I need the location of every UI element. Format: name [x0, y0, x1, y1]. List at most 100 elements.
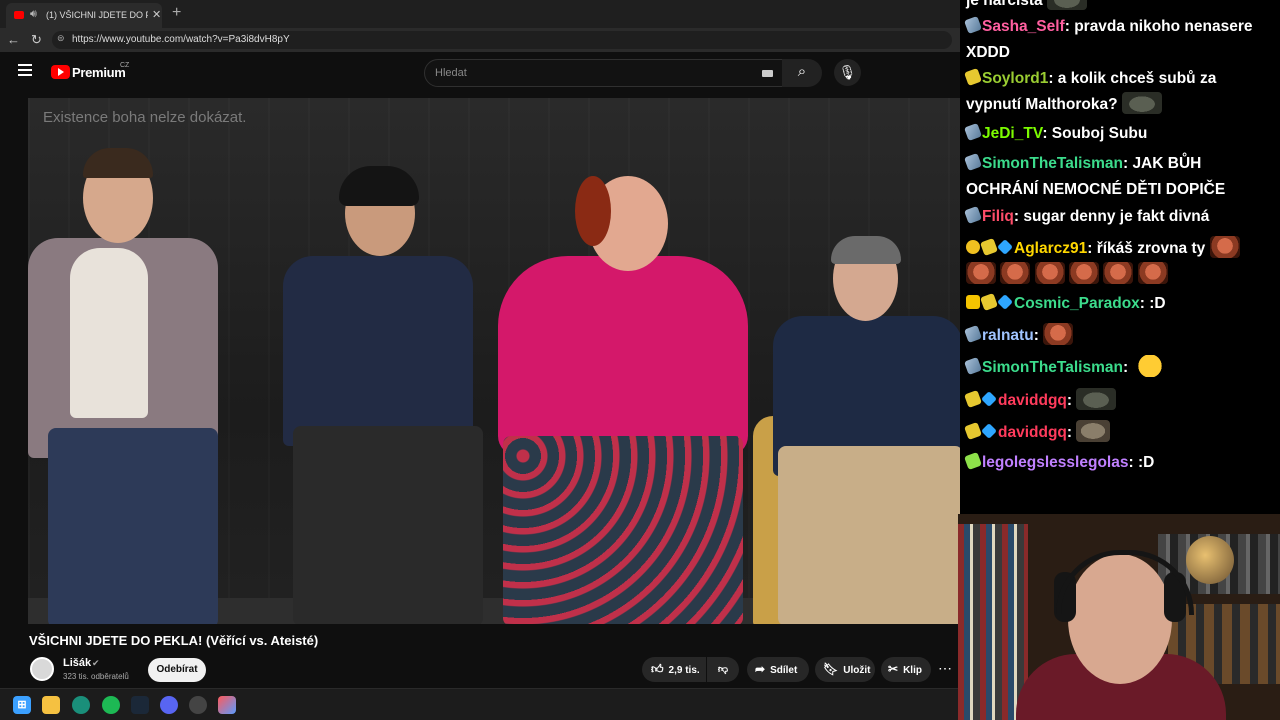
chat-message: SimonTheTalisman: JAK BŮH OCHRÁNÍ NEMOCN…	[964, 153, 1226, 198]
like-button[interactable]: 👍︎ 2,9 tis.	[642, 657, 706, 682]
sword-badge-icon	[964, 16, 982, 34]
emote-icon	[1068, 262, 1099, 284]
chat-username[interactable]: daviddgq	[998, 392, 1067, 409]
chat-username[interactable]: legolegslesslegolas	[982, 454, 1128, 471]
emote-icon	[1047, 0, 1087, 10]
video-person-1	[28, 148, 228, 624]
thumbs-down-icon: 👎︎	[717, 664, 729, 675]
emote-icon	[1209, 236, 1240, 258]
cube-badge-icon	[981, 391, 997, 407]
app-icon[interactable]	[189, 696, 207, 714]
chat-username[interactable]: Filiq	[982, 208, 1014, 225]
discord-icon[interactable]	[160, 696, 178, 714]
sword-badge-icon	[964, 123, 982, 141]
tab-title: (1) VŠICHNI JDETE DO PEKLA	[46, 10, 148, 20]
chat-username[interactable]: SimonTheTalisman	[982, 155, 1123, 172]
chat-username[interactable]: JeDi_TV	[982, 125, 1042, 142]
youtube-logo-text[interactable]: Premium	[72, 65, 126, 80]
chat-message: Soylord1: a kolik chceš subů za vypnutí …	[964, 68, 1217, 114]
channel-avatar[interactable]	[30, 657, 54, 681]
chat-username[interactable]: Sasha_Self	[982, 18, 1065, 35]
browser-window: 🔊︎ (1) VŠICHNI JDETE DO PEKLA ✕ + ← ↻ ⊜ …	[0, 0, 960, 720]
emote-icon	[966, 262, 996, 284]
chat-username[interactable]: Soylord1	[982, 70, 1048, 87]
chat-message: daviddgq:	[964, 388, 1274, 414]
video-title: VŠICHNI JDETE DO PEKLA! (Věřící vs. Atei…	[29, 633, 319, 648]
address-bar[interactable]: ⊜ https://www.youtube.com/watch?v=Pa3i8d…	[52, 31, 952, 49]
search-icon: ⌕	[797, 63, 807, 80]
emote-icon	[1137, 262, 1168, 284]
sword-badge-icon	[964, 422, 982, 440]
clip-label: Klip	[903, 665, 922, 676]
chat-message: Sasha_Self: pravda nikoho nenasere XDDD	[964, 16, 1253, 61]
voice-search-button[interactable]: 🎙︎	[834, 59, 861, 86]
chat-message: ralnatu:	[964, 323, 1274, 349]
more-actions-button[interactable]: ⋯	[938, 660, 952, 677]
region-code: CZ	[120, 62, 130, 69]
emote-icon	[1043, 323, 1074, 345]
like-count: 2,9 tis.	[668, 665, 700, 676]
dislike-button[interactable]: 👎︎	[707, 657, 739, 682]
sword-badge-icon	[980, 238, 998, 256]
sword-badge-icon	[964, 357, 982, 375]
video-person-2	[283, 166, 493, 624]
chat-username[interactable]: Aglarcz91	[1014, 240, 1087, 257]
chat-username[interactable]: daviddgq	[998, 424, 1067, 441]
emote-icon	[1121, 92, 1162, 114]
video-person-4	[753, 236, 960, 624]
emote-icon	[1103, 262, 1134, 284]
share-label: Sdílet	[770, 665, 798, 676]
back-icon[interactable]: ←	[7, 32, 20, 47]
subscribe-button[interactable]: Odebírat	[148, 658, 206, 682]
menu-icon[interactable]	[18, 64, 32, 76]
video-person-3	[493, 176, 753, 624]
steam-icon[interactable]	[131, 696, 149, 714]
search-input[interactable]: Hledat	[424, 59, 786, 87]
chat-text: říkáš zrovna ty	[1096, 240, 1206, 257]
tab-close-icon[interactable]: ✕	[152, 8, 161, 21]
thumbs-up-icon: 👍︎	[651, 662, 664, 676]
sword-badge-icon	[980, 293, 998, 311]
chat-username[interactable]: Cosmic_Paradox	[1014, 295, 1140, 312]
channel-name[interactable]: Lišák	[63, 657, 91, 669]
cube-badge-icon	[981, 423, 997, 439]
keyboard-icon[interactable]	[762, 70, 773, 77]
streamer-webcam	[958, 514, 1280, 720]
new-tab-button[interactable]: +	[172, 4, 181, 22]
spotify-icon[interactable]	[102, 696, 120, 714]
save-label: Uložit	[843, 665, 871, 676]
chat-text: :D	[1137, 454, 1155, 471]
chat-text: :D	[1149, 295, 1166, 312]
edge-browser-icon[interactable]	[72, 696, 90, 714]
emote-icon	[1132, 355, 1169, 377]
scissors-icon: ✂	[888, 662, 899, 676]
chat-message: daviddgq:	[964, 420, 1274, 446]
site-info-icon[interactable]: ⊜	[57, 33, 65, 44]
file-explorer-icon[interactable]	[42, 696, 60, 714]
youtube-logo-icon[interactable]	[51, 65, 70, 79]
windows-start-icon[interactable]: ⊞	[13, 696, 31, 714]
cube-badge-icon	[997, 294, 1013, 310]
share-button[interactable]: ➦ Sdílet	[747, 657, 809, 682]
address-toolbar: ← ↻ ⊜ https://www.youtube.com/watch?v=Pa…	[0, 28, 960, 52]
share-icon: ➦	[755, 662, 766, 676]
video-caption: Existence boha nelze dokázat.	[43, 109, 247, 126]
microphone-icon: 🎙︎	[838, 64, 857, 80]
video-player[interactable]: Existence boha nelze dokázat.	[28, 98, 960, 624]
reload-icon[interactable]: ↻	[31, 32, 42, 48]
clip-button[interactable]: ✂ Klip	[881, 657, 931, 682]
audio-playing-icon[interactable]: 🔊︎	[30, 8, 37, 21]
verified-icon: ✔	[92, 658, 100, 668]
chat-message: Cosmic_Paradox: :D	[966, 291, 1274, 317]
chat-message: Filiq: sugar denny je fakt divná	[964, 204, 1274, 230]
sword-badge-icon	[964, 153, 982, 171]
copilot-icon[interactable]	[218, 696, 236, 714]
save-button[interactable]: 🔖︎ Uložit	[815, 657, 875, 682]
gold-coin-badge-icon	[966, 240, 980, 254]
sword-badge-icon	[964, 452, 982, 470]
search-button[interactable]: ⌕	[782, 59, 822, 87]
chat-username[interactable]: SimonTheTalisman	[982, 359, 1123, 376]
browser-tab[interactable]: 🔊︎ (1) VŠICHNI JDETE DO PEKLA ✕	[6, 3, 162, 28]
chat-username[interactable]: ralnatu	[982, 327, 1034, 344]
chat-message: legolegslesslegolas: :D	[964, 450, 1274, 476]
